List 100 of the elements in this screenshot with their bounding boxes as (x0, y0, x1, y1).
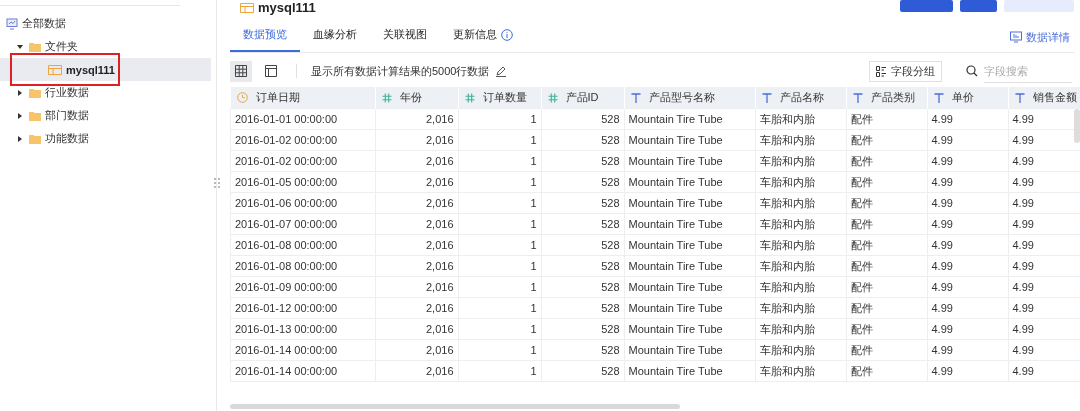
table-cell: 1 (458, 234, 541, 256)
table-cell: 配件 (846, 192, 927, 214)
table-cell: 车胎和内胎 (755, 339, 846, 361)
table-cell: 528 (541, 171, 624, 193)
scrollbar[interactable] (230, 404, 680, 409)
table-cell: 4.99 (927, 255, 1008, 277)
scrollbar[interactable] (1074, 109, 1080, 143)
table-cell: 528 (541, 192, 624, 214)
folder-icon (29, 41, 41, 52)
text-type-icon (852, 92, 863, 103)
table-cell: 配件 (846, 297, 927, 319)
table-cell: 车胎和内胎 (755, 297, 846, 319)
table-cell: Mountain Tire Tube (624, 318, 755, 340)
edit-icon[interactable] (495, 65, 508, 77)
table-cell: 配件 (846, 339, 927, 361)
tab[interactable]: 更新信息 (440, 19, 526, 52)
table-cell: 配件 (846, 213, 927, 235)
text-type-icon (933, 92, 944, 103)
table-cell: Mountain Tire Tube (624, 234, 755, 256)
table-cell: 528 (541, 360, 624, 382)
table-cell: Mountain Tire Tube (624, 108, 755, 130)
number-type-icon (381, 92, 392, 103)
table-cell: Mountain Tire Tube (624, 213, 755, 235)
table-cell: 1 (458, 297, 541, 319)
data-details-link[interactable]: 数据详情 (1010, 22, 1070, 52)
table-cell: Mountain Tire Tube (624, 150, 755, 172)
tree-item[interactable]: 部门数据 (0, 104, 211, 127)
field-group-button[interactable]: 字段分组 (869, 60, 942, 82)
table-cell: 配件 (846, 276, 927, 298)
table-cell: 1 (458, 339, 541, 361)
table-cell: 车胎和内胎 (755, 360, 846, 382)
table-icon (48, 64, 62, 75)
caret-icon[interactable] (18, 112, 22, 119)
table-cell: 2016-01-09 00:00:00 (230, 276, 375, 298)
table-cell: Mountain Tire Tube (624, 255, 755, 277)
table-cell: 528 (541, 318, 624, 340)
table-cell: 2016-01-08 00:00:00 (230, 234, 375, 256)
table-cell: Mountain Tire Tube (624, 339, 755, 361)
text-type-icon (630, 92, 641, 103)
table-cell: 2016-01-12 00:00:00 (230, 297, 375, 319)
details-icon (1010, 31, 1022, 43)
table-icon (240, 3, 254, 13)
table-cell: 车胎和内胎 (755, 213, 846, 235)
table-cell: 2016-01-02 00:00:00 (230, 129, 375, 151)
table-cell: 528 (541, 129, 624, 151)
table-cell: Mountain Tire Tube (624, 129, 755, 151)
table-cell: 车胎和内胎 (755, 255, 846, 277)
column-header[interactable]: 年份 (399, 90, 422, 105)
table-cell: 配件 (846, 171, 927, 193)
number-type-icon (464, 92, 475, 103)
drag-handle-icon[interactable] (214, 178, 220, 188)
tab[interactable]: 数据预览 (230, 19, 300, 52)
table-cell: 4.99 (927, 213, 1008, 235)
tab[interactable]: 关联视图 (370, 19, 440, 52)
table-cell: 4.99 (927, 108, 1008, 130)
table-cell: 车胎和内胎 (755, 276, 846, 298)
tree-item[interactable]: 全部数据 (0, 12, 211, 35)
table-cell: 1 (458, 318, 541, 340)
table-cell: 4.99 (927, 318, 1008, 340)
table-cell: 配件 (846, 318, 927, 340)
page-title: mysql111 (258, 0, 316, 16)
table-cell: 2,016 (375, 150, 458, 172)
text-type-icon (1014, 92, 1025, 103)
table-cell: 2,016 (375, 255, 458, 277)
tree-item[interactable]: 行业数据 (0, 81, 211, 104)
table-cell: 2016-01-14 00:00:00 (230, 360, 375, 382)
group-icon (876, 65, 887, 77)
caret-icon[interactable] (17, 44, 23, 49)
tree-item[interactable]: 功能数据 (0, 127, 211, 150)
table-cell: Mountain Tire Tube (624, 360, 755, 382)
table-cell: 2,016 (375, 171, 458, 193)
info-icon[interactable] (501, 28, 513, 41)
column-header[interactable]: 单价 (951, 90, 974, 105)
table-cell: 配件 (846, 360, 927, 382)
caret-icon[interactable] (18, 135, 22, 142)
table-cell: 车胎和内胎 (755, 192, 846, 214)
caret-icon[interactable] (18, 89, 22, 96)
row-count-note: 显示所有数据计算结果的5000行数据 (311, 63, 490, 79)
table-view-button[interactable] (230, 60, 252, 82)
table-cell: 2,016 (375, 360, 458, 382)
tab[interactable]: 血缘分析 (300, 19, 370, 52)
table-cell: 2016-01-07 00:00:00 (230, 213, 375, 235)
table-cell: 4.99 (927, 360, 1008, 382)
table-cell: 1 (458, 150, 541, 172)
table-cell: 528 (541, 339, 624, 361)
table-cell: 1 (458, 276, 541, 298)
table-cell: 2016-01-14 00:00:00 (230, 339, 375, 361)
table-cell: Mountain Tire Tube (624, 171, 755, 193)
table-cell: 2,016 (375, 297, 458, 319)
table-cell: 1 (458, 360, 541, 382)
tree-item[interactable]: 文件夹 (0, 35, 211, 58)
table-cell: 1 (458, 213, 541, 235)
table-cell: 配件 (846, 108, 927, 130)
table-cell: 车胎和内胎 (755, 129, 846, 151)
table-cell: 1 (458, 108, 541, 130)
tree-item[interactable]: mysql111 (0, 58, 211, 81)
table-cell: 车胎和内胎 (755, 234, 846, 256)
search-icon[interactable] (966, 65, 978, 77)
table-cell: 528 (541, 255, 624, 277)
table-cell: 528 (541, 276, 624, 298)
